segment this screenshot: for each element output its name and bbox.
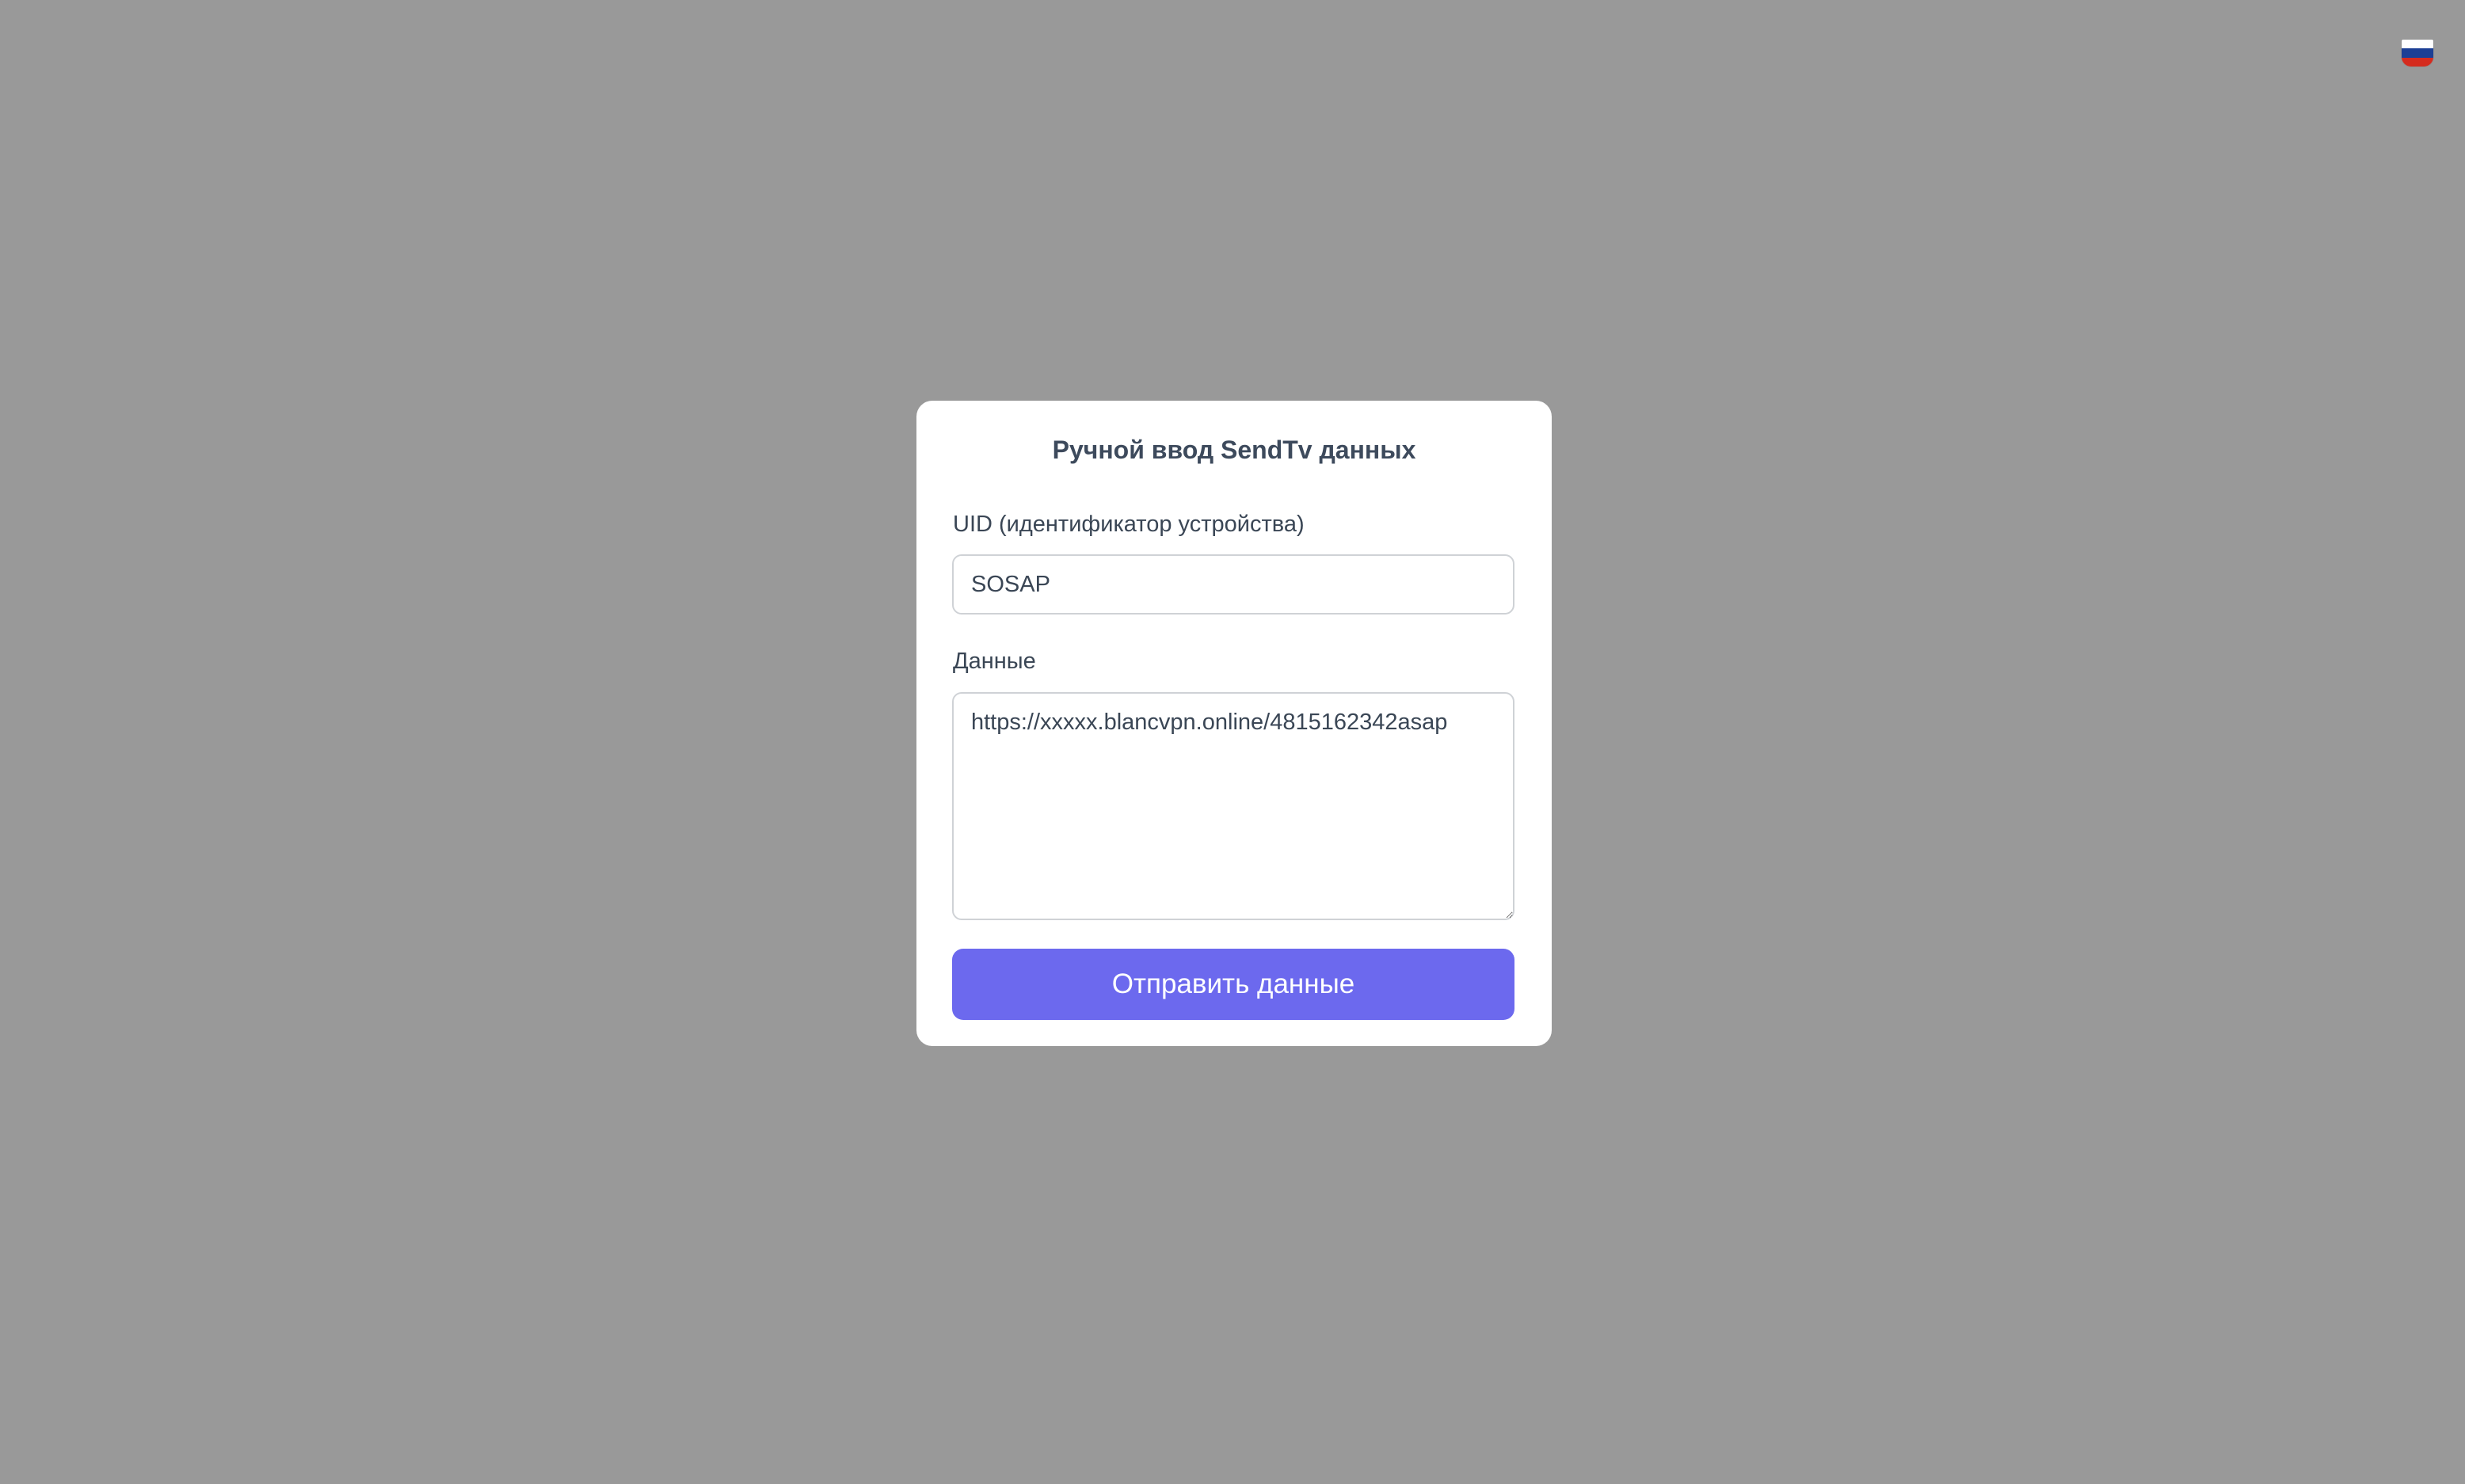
flag-stripe-blue [2402,48,2433,58]
submit-data-button[interactable]: Отправить данные [952,949,1514,1020]
data-textarea[interactable]: https://xxxxx.blancvpn.online/4815162342… [952,692,1514,920]
uid-label: UID (идентификатор устройства) [953,512,1305,537]
manual-input-modal: Ручной ввод SendTv данных UID (идентифик… [916,401,1552,1046]
modal-title: Ручной ввод SendTv данных [1052,436,1416,464]
russia-flag-icon[interactable] [2402,40,2433,67]
page-backdrop: Ручной ввод SendTv данных UID (идентифик… [0,0,2465,1484]
data-label: Данные [953,649,1036,674]
flag-stripe-red [2402,57,2433,67]
uid-input[interactable] [952,554,1514,615]
flag-stripe-white [2402,40,2433,49]
